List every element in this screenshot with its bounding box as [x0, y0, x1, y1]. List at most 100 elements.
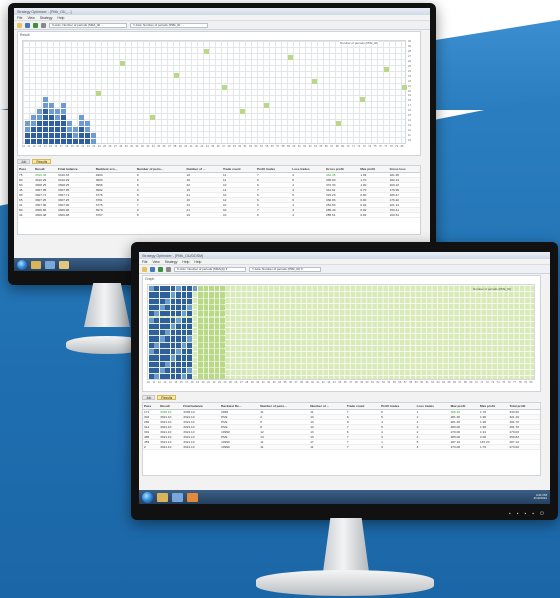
heatmap-cell[interactable]: [159, 361, 165, 367]
heatmap-cell[interactable]: [209, 323, 214, 330]
heatmap-cell[interactable]: [209, 298, 214, 304]
heatmap-cell[interactable]: [165, 317, 170, 323]
heatmap-cell[interactable]: [209, 349, 214, 355]
heatmap-cell[interactable]: [159, 330, 165, 336]
heatmap-cell[interactable]: [149, 298, 154, 304]
heatmap-cell[interactable]: [159, 317, 165, 323]
heatmap-cell[interactable]: [79, 133, 84, 138]
heatmap-cell[interactable]: [176, 361, 181, 367]
heatmap-cell[interactable]: [49, 133, 54, 138]
back-y-axis-select[interactable]: Y-Axis: Number of periods (PMk_ID ...: [130, 22, 208, 28]
heatmap-cell[interactable]: [149, 349, 154, 355]
back-x-axis-select[interactable]: X-Axis: Number of periods (SMA_ID ...: [49, 22, 127, 28]
heatmap-cell[interactable]: [198, 361, 203, 367]
heatmap-cell[interactable]: [187, 286, 192, 292]
heatmap-cell[interactable]: [203, 336, 209, 342]
heatmap-cell[interactable]: [214, 342, 220, 348]
heatmap-cell[interactable]: [240, 109, 245, 114]
heatmap-cell[interactable]: [203, 311, 209, 317]
heatmap-cell[interactable]: [198, 349, 203, 355]
heatmap-cell[interactable]: [55, 127, 60, 132]
heatmap-cell[interactable]: [149, 323, 154, 330]
heatmap-cell[interactable]: [159, 298, 165, 304]
heatmap-cell[interactable]: [209, 336, 214, 342]
heatmap-cell[interactable]: [154, 304, 160, 311]
heatmap-cell[interactable]: [181, 323, 187, 330]
heatmap-cell[interactable]: [209, 355, 214, 361]
heatmap-cell[interactable]: [25, 121, 30, 126]
heatmap-cell[interactable]: [49, 139, 54, 144]
heatmap-cell[interactable]: [43, 133, 48, 138]
heatmap-cell[interactable]: [181, 336, 187, 342]
heatmap-cell[interactable]: [43, 97, 48, 102]
heatmap-cell[interactable]: [176, 317, 181, 323]
heatmap-cell[interactable]: [198, 374, 203, 380]
heatmap-cell[interactable]: [159, 323, 165, 330]
heatmap-cell[interactable]: [165, 298, 170, 304]
heatmap-cell[interactable]: [176, 355, 181, 361]
heatmap-cell[interactable]: [181, 367, 187, 374]
heatmap-cell[interactable]: [209, 342, 214, 348]
heatmap-cell[interactable]: [61, 133, 66, 138]
heatmap-cell[interactable]: [49, 109, 54, 114]
heatmap-cell[interactable]: [214, 317, 220, 323]
stop-icon[interactable]: [166, 266, 171, 272]
heatmap-cell[interactable]: [149, 367, 154, 374]
heatmap-cell[interactable]: [49, 103, 54, 108]
heatmap-cell[interactable]: [198, 304, 203, 311]
heatmap-cell[interactable]: [154, 342, 160, 348]
heatmap-cell[interactable]: [219, 286, 225, 292]
heatmap-cell[interactable]: [85, 133, 90, 138]
heatmap-cell[interactable]: [43, 103, 48, 108]
heatmap-cell[interactable]: [312, 79, 317, 84]
heatmap-cell[interactable]: [219, 311, 225, 317]
heatmap-cell[interactable]: [187, 367, 192, 374]
heatmap-cell[interactable]: [203, 374, 209, 380]
heatmap-cell[interactable]: [402, 85, 407, 90]
heatmap-cell[interactable]: [55, 121, 60, 126]
heatmap-cell[interactable]: [176, 304, 181, 311]
heatmap-cell[interactable]: [149, 361, 154, 367]
heatmap-cell[interactable]: [203, 330, 209, 336]
heatmap-cell[interactable]: [209, 286, 214, 292]
heatmap-cell[interactable]: [198, 298, 203, 304]
back-tab-job[interactable]: Job: [17, 159, 31, 164]
heatmap-cell[interactable]: [79, 115, 84, 120]
heatmap-cell[interactable]: [214, 323, 220, 330]
heatmap-cell[interactable]: [181, 304, 187, 311]
heatmap-cell[interactable]: [37, 133, 42, 138]
heatmap-cell[interactable]: [187, 317, 192, 323]
heatmap-cell[interactable]: [181, 330, 187, 336]
heatmap-cell[interactable]: [79, 139, 84, 144]
heatmap-cell[interactable]: [165, 361, 170, 367]
heatmap-cell[interactable]: [219, 330, 225, 336]
heatmap-cell[interactable]: [79, 127, 84, 132]
heatmap-cell[interactable]: [67, 133, 72, 138]
monitor-button-icon[interactable]: ▪: [524, 511, 526, 517]
heatmap-cell[interactable]: [336, 121, 341, 126]
save-icon[interactable]: [25, 22, 30, 28]
front-tab-job[interactable]: Job: [142, 395, 156, 400]
heatmap-cell[interactable]: [214, 311, 220, 317]
heatmap-cell[interactable]: [384, 67, 389, 72]
heatmap-cell[interactable]: [176, 292, 181, 298]
heatmap-cell[interactable]: [149, 374, 154, 380]
heatmap-cell[interactable]: [198, 336, 203, 342]
heatmap-cell[interactable]: [187, 298, 192, 304]
heatmap-cell[interactable]: [159, 286, 165, 292]
heatmap-cell[interactable]: [209, 367, 214, 374]
heatmap-cell[interactable]: [170, 367, 176, 374]
heatmap-cell[interactable]: [181, 317, 187, 323]
power-icon[interactable]: ⏻: [540, 511, 544, 517]
heatmap-cell[interactable]: [154, 311, 160, 317]
heatmap-cell[interactable]: [222, 85, 227, 90]
heatmap-cell[interactable]: [214, 330, 220, 336]
heatmap-cell[interactable]: [214, 355, 220, 361]
heatmap-cell[interactable]: [176, 336, 181, 342]
heatmap-cell[interactable]: [165, 330, 170, 336]
heatmap-cell[interactable]: [159, 355, 165, 361]
heatmap-cell[interactable]: [170, 317, 176, 323]
heatmap-cell[interactable]: [43, 115, 48, 120]
heatmap-cell[interactable]: [187, 374, 192, 380]
heatmap-cell[interactable]: [219, 361, 225, 367]
